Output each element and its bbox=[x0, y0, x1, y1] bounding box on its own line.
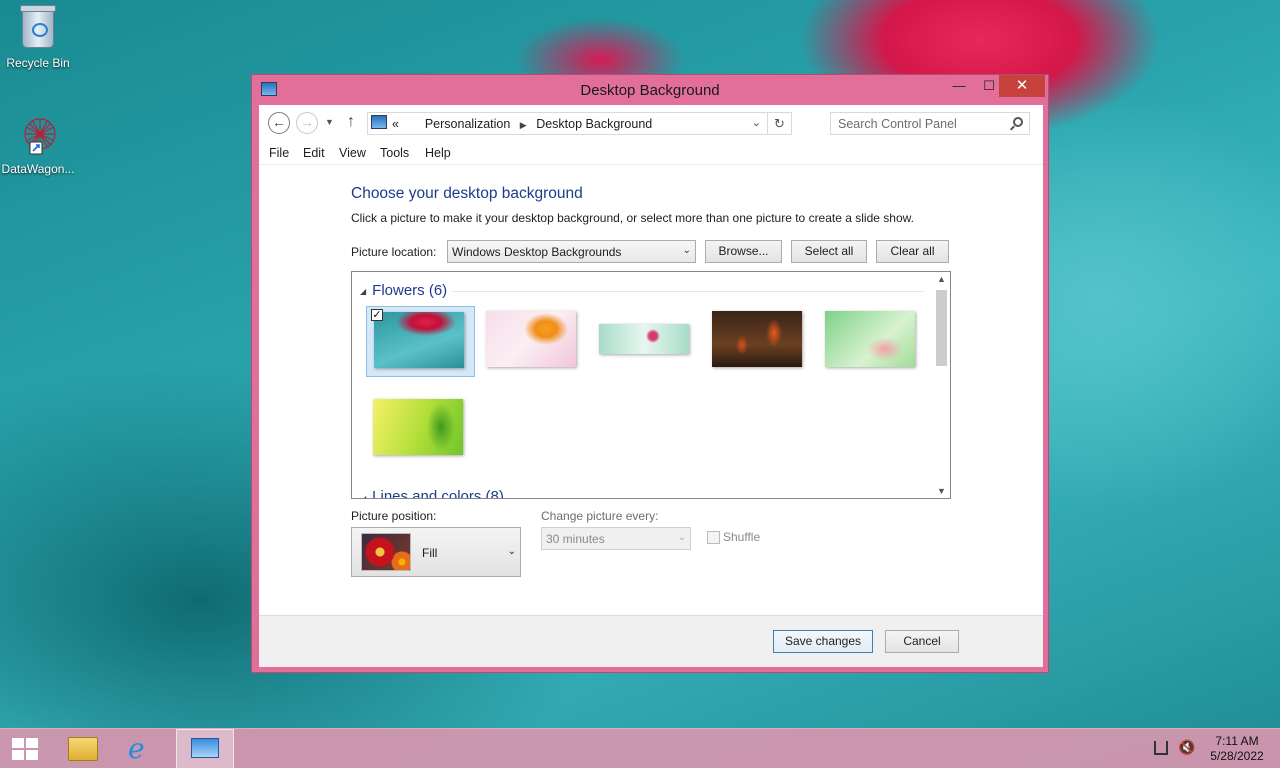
wallpaper-thumbnail[interactable] bbox=[592, 306, 701, 377]
wallpaper-thumbnail[interactable]: ✓ bbox=[366, 306, 475, 377]
wallpaper-image bbox=[486, 311, 576, 367]
recycle-bin-label: Recycle Bin bbox=[6, 56, 70, 70]
chevron-down-icon: ⌄ bbox=[682, 245, 691, 256]
back-arrow-icon[interactable]: ← bbox=[268, 112, 290, 134]
shuffle-label: Shuffle bbox=[723, 530, 761, 544]
wallpaper-thumbnail[interactable] bbox=[479, 306, 588, 377]
menu-view[interactable]: View bbox=[339, 146, 366, 160]
scroll-up-arrow-icon[interactable]: ▲ bbox=[937, 274, 946, 284]
wallpaper-image bbox=[374, 312, 464, 368]
clock-date: 5/28/2022 bbox=[1210, 749, 1264, 763]
instruction-text: Click a picture to make it your desktop … bbox=[351, 211, 914, 225]
change-picture-label: Change picture every: bbox=[541, 509, 659, 523]
datawagon-icon bbox=[18, 114, 58, 158]
breadcrumb-personalization[interactable]: Personalization bbox=[425, 117, 510, 131]
folder-icon bbox=[68, 737, 98, 761]
shuffle-checkbox[interactable] bbox=[707, 531, 720, 544]
taskbar-file-explorer[interactable] bbox=[52, 729, 110, 768]
picture-location-value: Windows Desktop Backgrounds bbox=[452, 245, 622, 259]
wallpaper-gallery: ◢ Flowers (6) ✓ ◢ Lines and colors (8) ▲… bbox=[351, 271, 951, 499]
chevron-down-icon: ⌄ bbox=[677, 532, 686, 543]
wallpaper-image bbox=[825, 311, 915, 367]
wallpaper-thumbnail[interactable] bbox=[705, 306, 814, 377]
navigation-bar: ← → ▼ ↑ « ▶ Personalization ▶ Desktop Ba… bbox=[259, 105, 1043, 143]
picture-position-value: Fill bbox=[422, 546, 438, 560]
search-box[interactable]: Search Control Panel bbox=[830, 112, 1030, 135]
address-dropdown-chevron-icon[interactable]: ⌄ bbox=[752, 116, 761, 129]
taskbar: e 🔇 7:11 AM 5/28/2022 bbox=[0, 728, 1280, 768]
breadcrumb: « ▶ Personalization ▶ Desktop Background bbox=[392, 117, 652, 131]
menu-bar: File Edit View Tools Help bbox=[259, 143, 1043, 165]
group-header-lines-and-colors[interactable]: ◢ Lines and colors (8) bbox=[360, 488, 504, 499]
search-icon[interactable] bbox=[1013, 117, 1023, 127]
picture-location-label: Picture location: bbox=[351, 245, 437, 259]
breadcrumb-desktop-background[interactable]: Desktop Background bbox=[536, 117, 652, 131]
wallpaper-image bbox=[712, 311, 802, 367]
forward-arrow-icon[interactable]: → bbox=[296, 112, 318, 134]
scroll-down-arrow-icon[interactable]: ▼ bbox=[937, 486, 946, 496]
menu-edit[interactable]: Edit bbox=[303, 146, 325, 160]
taskbar-control-panel[interactable] bbox=[176, 729, 234, 768]
wallpaper-thumbnail[interactable] bbox=[818, 306, 927, 377]
recycle-bin-icon bbox=[18, 5, 58, 52]
save-changes-button[interactable]: Save changes bbox=[773, 630, 873, 653]
control-panel-icon bbox=[371, 115, 387, 129]
clock-time: 7:11 AM bbox=[1215, 734, 1259, 748]
datawagon-label: DataWagon... bbox=[1, 162, 75, 176]
change-picture-value: 30 minutes bbox=[546, 532, 605, 546]
collapse-triangle-icon[interactable]: ◢ bbox=[360, 287, 366, 296]
address-bar[interactable]: « ▶ Personalization ▶ Desktop Background… bbox=[367, 112, 792, 135]
close-button[interactable]: ✕ bbox=[999, 75, 1045, 97]
taskbar-internet-explorer[interactable]: e bbox=[114, 729, 172, 768]
recent-locations-chevron-icon[interactable]: ▼ bbox=[325, 117, 334, 127]
page-title: Choose your desktop background bbox=[351, 185, 583, 202]
chevron-down-icon: ⌄ bbox=[507, 546, 516, 557]
window-client: ← → ▼ ↑ « ▶ Personalization ▶ Desktop Ba… bbox=[259, 105, 1043, 667]
wallpaper-image bbox=[373, 399, 463, 455]
menu-tools[interactable]: Tools bbox=[380, 146, 409, 160]
picture-position-select[interactable]: Fill ⌄ bbox=[351, 527, 521, 577]
wallpaper-image bbox=[599, 324, 689, 354]
cancel-button[interactable]: Cancel bbox=[885, 630, 959, 653]
internet-explorer-icon: e bbox=[128, 732, 145, 765]
refresh-icon[interactable]: ↻ bbox=[767, 113, 791, 134]
start-button[interactable] bbox=[0, 729, 58, 768]
wallpaper-thumbnail[interactable] bbox=[366, 394, 475, 465]
group-divider bbox=[452, 291, 924, 292]
select-all-button[interactable]: Select all bbox=[791, 240, 867, 263]
minimize-button[interactable]: — bbox=[944, 75, 974, 97]
title-bar[interactable]: Desktop Background — ☐ ✕ bbox=[252, 75, 1048, 105]
browse-button[interactable]: Browse... bbox=[705, 240, 782, 263]
collapse-triangle-icon[interactable]: ◢ bbox=[360, 494, 366, 498]
window-title: Desktop Background bbox=[580, 82, 720, 99]
network-icon[interactable] bbox=[1154, 741, 1168, 755]
picture-location-select[interactable]: Windows Desktop Backgrounds ⌄ bbox=[447, 240, 696, 263]
breadcrumb-overflow[interactable]: « bbox=[392, 117, 399, 131]
change-picture-select[interactable]: 30 minutes ⌄ bbox=[541, 527, 691, 550]
clock[interactable]: 7:11 AM 5/28/2022 bbox=[1200, 734, 1274, 764]
dialog-footer: Save changes Cancel bbox=[259, 615, 1043, 667]
desktop-icon-recycle-bin[interactable]: Recycle Bin bbox=[0, 5, 76, 70]
control-panel-icon bbox=[191, 738, 219, 758]
clear-all-button[interactable]: Clear all bbox=[876, 240, 949, 263]
breadcrumb-separator-icon[interactable]: ▶ bbox=[520, 120, 527, 130]
group-title-lines: Lines and colors (8) bbox=[372, 488, 504, 499]
menu-file[interactable]: File bbox=[269, 146, 289, 160]
search-input[interactable]: Search Control Panel bbox=[838, 117, 957, 131]
position-preview-image bbox=[361, 533, 411, 571]
scrollbar-thumb[interactable] bbox=[936, 290, 947, 366]
selected-checkbox[interactable]: ✓ bbox=[371, 309, 383, 321]
picture-position-label: Picture position: bbox=[351, 509, 437, 523]
group-header-flowers[interactable]: ◢ Flowers (6) bbox=[360, 282, 447, 299]
gallery-scrollbar[interactable]: ▲ ▼ bbox=[933, 272, 950, 498]
windows-logo-icon bbox=[12, 738, 38, 760]
desktop-background-window: Desktop Background — ☐ ✕ ← → ▼ ↑ « ▶ Per… bbox=[251, 74, 1049, 673]
menu-help[interactable]: Help bbox=[425, 146, 451, 160]
group-title-flowers: Flowers (6) bbox=[372, 282, 448, 299]
desktop-icon-datawagon[interactable]: DataWagon... bbox=[0, 114, 76, 176]
volume-muted-icon[interactable]: 🔇 bbox=[1178, 739, 1195, 756]
up-arrow-icon[interactable]: ↑ bbox=[347, 113, 355, 131]
